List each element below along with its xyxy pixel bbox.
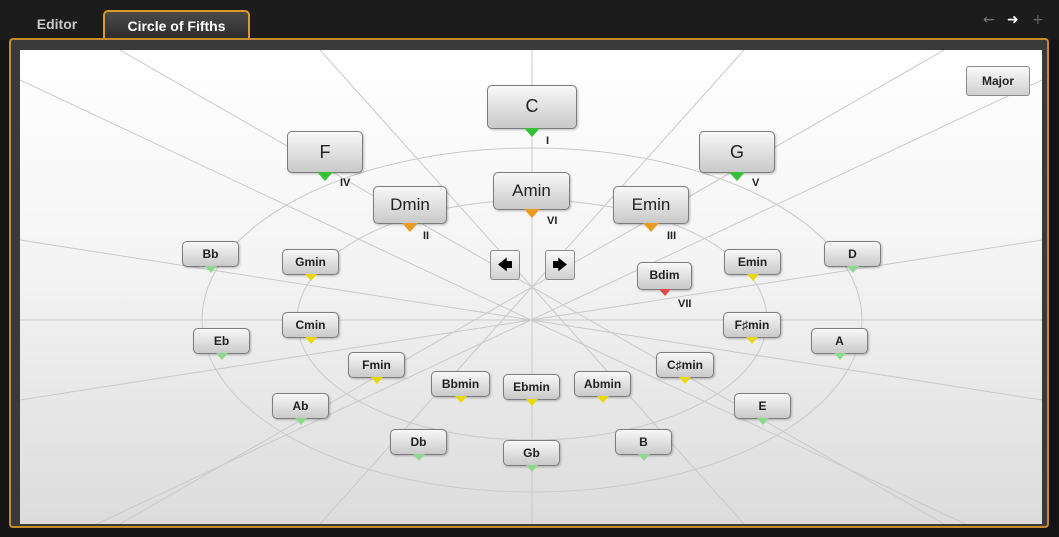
chord-g[interactable]: G bbox=[699, 131, 775, 181]
chord-label: C bbox=[525, 96, 539, 116]
chord-marker bbox=[729, 172, 745, 181]
chord-cmin[interactable]: Cmin bbox=[282, 312, 339, 344]
chord-label: C♯min bbox=[667, 358, 703, 372]
rotate-right-button[interactable]: 🡆 bbox=[545, 250, 575, 280]
chord-marker bbox=[833, 353, 846, 360]
chord-marker bbox=[756, 418, 769, 425]
chord-label: Dmin bbox=[390, 195, 430, 214]
chord-emin[interactable]: Emin bbox=[724, 249, 781, 281]
chord-label: Ebmin bbox=[513, 380, 550, 394]
degree-label: I bbox=[546, 135, 550, 147]
chord-marker bbox=[370, 377, 383, 384]
chord-label: Emin bbox=[631, 195, 671, 214]
chord-csharp-min[interactable]: C♯min bbox=[656, 352, 714, 384]
chord-emin-relative[interactable]: Emin bbox=[613, 186, 689, 232]
chord-ebmin[interactable]: Ebmin bbox=[503, 374, 560, 406]
chord-label: Amin bbox=[512, 181, 551, 200]
chord-db[interactable]: Db bbox=[390, 429, 447, 461]
chord-gmin[interactable]: Gmin bbox=[282, 249, 339, 281]
chord-marker bbox=[402, 223, 418, 232]
chord-label: D bbox=[848, 247, 857, 261]
chord-fmin[interactable]: Fmin bbox=[348, 352, 405, 384]
chord-marker bbox=[304, 337, 317, 344]
chord-label: Gb bbox=[523, 446, 540, 460]
chord-abmin[interactable]: Abmin bbox=[574, 371, 631, 403]
rotate-left-button[interactable]: 🡄 bbox=[490, 250, 520, 280]
chord-label: F bbox=[319, 142, 331, 162]
chord-marker bbox=[658, 289, 671, 296]
chord-label: Emin bbox=[737, 255, 768, 269]
chord-marker bbox=[525, 465, 538, 472]
chord-label: Cmin bbox=[295, 318, 326, 332]
chord-label: Bdim bbox=[649, 268, 680, 282]
chord-label: Bbmin bbox=[441, 377, 480, 391]
chord-marker bbox=[523, 209, 540, 218]
back-arrow-icon[interactable]: ← bbox=[983, 12, 995, 28]
degree-label: III bbox=[667, 230, 677, 242]
chord-a[interactable]: A bbox=[811, 328, 868, 360]
chord-dmin[interactable]: Dmin bbox=[373, 186, 447, 232]
tab-bar: Editor Circle of Fifths ← ➜ + bbox=[0, 0, 1059, 40]
chord-bbmin[interactable]: Bbmin bbox=[431, 371, 490, 403]
chord-bdim[interactable]: Bdim bbox=[637, 262, 692, 296]
chord-marker bbox=[525, 399, 538, 406]
chord-marker bbox=[204, 266, 217, 273]
chord-gb[interactable]: Gb bbox=[503, 440, 560, 472]
forward-arrow-icon[interactable]: ➜ bbox=[1007, 12, 1019, 28]
chord-marker bbox=[412, 454, 425, 461]
chord-marker bbox=[637, 454, 650, 461]
chord-marker bbox=[846, 266, 859, 273]
major-toggle-button[interactable]: Major bbox=[966, 66, 1030, 96]
chord-marker bbox=[317, 172, 333, 181]
chord-eb[interactable]: Eb bbox=[193, 328, 250, 360]
chord-f[interactable]: F bbox=[287, 131, 363, 181]
chord-c[interactable]: C bbox=[487, 85, 577, 137]
chord-e[interactable]: E bbox=[734, 393, 791, 425]
chord-marker bbox=[746, 274, 759, 281]
degree-label: VI bbox=[547, 215, 558, 227]
chord-d[interactable]: D bbox=[824, 241, 881, 273]
degree-label: VII bbox=[678, 298, 692, 310]
chord-marker bbox=[679, 377, 691, 384]
chord-label: G bbox=[729, 142, 744, 162]
chord-label: Eb bbox=[213, 334, 230, 348]
chord-label: A bbox=[835, 334, 844, 348]
chord-marker bbox=[643, 223, 659, 232]
chord-label: E bbox=[758, 399, 767, 413]
chord-label: Gmin bbox=[295, 255, 326, 269]
chord-label: Fmin bbox=[362, 358, 391, 372]
chord-label: Db bbox=[410, 435, 427, 449]
degree-label: V bbox=[752, 177, 760, 189]
chord-label: Bb bbox=[202, 247, 219, 261]
chord-label: Abmin bbox=[583, 377, 622, 391]
tab-circle-of-fifths[interactable]: Circle of Fifths bbox=[103, 10, 250, 40]
chord-marker bbox=[524, 128, 540, 137]
chord-marker bbox=[746, 337, 758, 344]
chord-marker bbox=[294, 418, 307, 425]
chord-label: Ab bbox=[292, 399, 309, 413]
chord-marker bbox=[304, 274, 317, 281]
degree-label: IV bbox=[340, 177, 351, 189]
chord-b[interactable]: B bbox=[615, 429, 672, 461]
chord-label: F♯min bbox=[734, 318, 770, 332]
chord-marker bbox=[454, 396, 467, 403]
chord-marker bbox=[215, 353, 228, 360]
add-icon[interactable]: + bbox=[1032, 12, 1044, 28]
chord-fsharp-min[interactable]: F♯min bbox=[723, 312, 781, 344]
chord-marker bbox=[596, 396, 609, 403]
tab-editor[interactable]: Editor bbox=[18, 10, 96, 40]
chord-amin[interactable]: Amin bbox=[493, 172, 570, 218]
degree-label: II bbox=[423, 230, 430, 242]
chord-bb[interactable]: Bb bbox=[182, 241, 239, 273]
chord-label: B bbox=[639, 435, 648, 449]
chord-ab[interactable]: Ab bbox=[272, 393, 329, 425]
